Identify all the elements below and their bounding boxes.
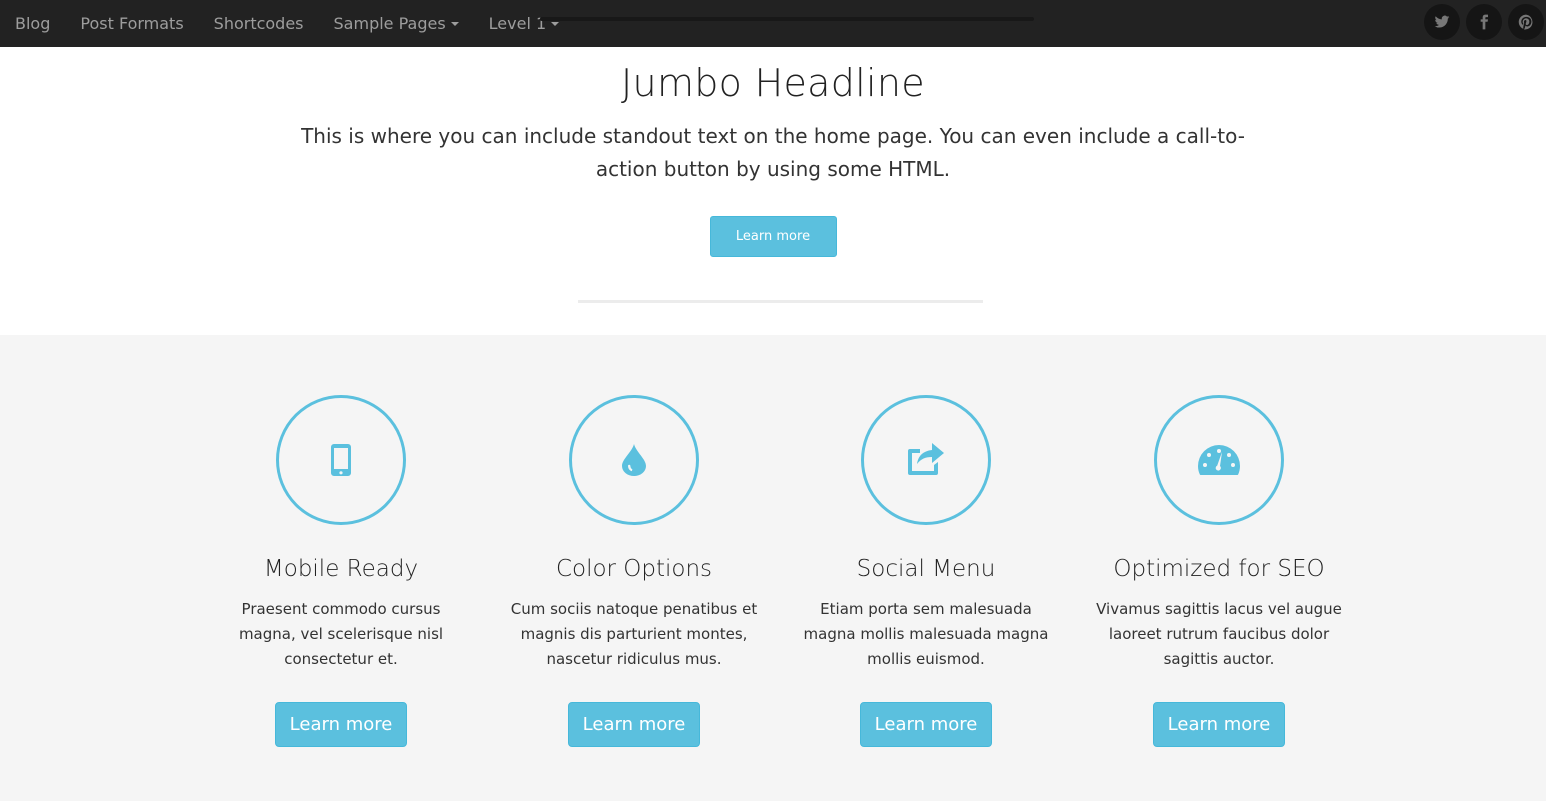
jumbotron: Jumbo Headline This is where you can inc… — [0, 47, 1546, 335]
feature-title: Optimized for SEO — [1113, 556, 1325, 582]
nav-item-blog[interactable]: Blog — [0, 0, 65, 47]
feature-icon-circle — [1154, 395, 1284, 525]
divider — [578, 300, 983, 303]
nav-menu: Blog Post Formats Shortcodes Sample Page… — [0, 0, 574, 47]
feature-learn-more-button[interactable]: Learn more — [1153, 702, 1285, 747]
feature-description: Cum sociis natoque penatibus et magnis d… — [510, 600, 758, 668]
feature-title: Color Options — [555, 556, 713, 582]
nav-item-label: Blog — [15, 14, 51, 33]
nav-item-level-1[interactable]: Level 1 — [474, 0, 575, 47]
pinterest-button[interactable] — [1508, 4, 1544, 40]
twitter-icon — [1434, 15, 1450, 28]
feature-icon-circle — [569, 395, 699, 525]
feature-description: Vivamus sagittis lacus vel augue laoreet… — [1096, 600, 1342, 668]
nav-item-shortcodes[interactable]: Shortcodes — [199, 0, 319, 47]
nav-item-sample-pages[interactable]: Sample Pages — [319, 0, 474, 47]
feature-icon-circle — [276, 395, 406, 525]
feature-learn-more-button[interactable]: Learn more — [275, 702, 407, 747]
feature-description: Praesent commodo cursus magna, vel scele… — [238, 600, 444, 668]
pinterest-icon — [1518, 14, 1533, 30]
caret-down-icon — [450, 21, 459, 26]
feature-title: Social Menu — [856, 556, 996, 582]
nav-item-label: Level 1 — [488, 14, 547, 33]
feature-color-options: Color Options Cum sociis natoque penatib… — [504, 395, 764, 747]
nav-progress-bar — [540, 17, 1034, 21]
feature-learn-more-button[interactable]: Learn more — [860, 702, 992, 747]
nav-item-label: Post Formats — [80, 14, 184, 33]
feature-title: Mobile Ready — [263, 556, 419, 582]
feature-social-menu: Social Menu Etiam porta sem malesuada ma… — [796, 395, 1056, 747]
mobile-icon — [331, 444, 351, 476]
droplet-icon — [622, 444, 646, 476]
nav-item-label: Sample Pages — [333, 14, 446, 33]
share-icon — [908, 443, 944, 475]
nav-item-post-formats[interactable]: Post Formats — [65, 0, 198, 47]
jumbo-headline: Jumbo Headline — [621, 61, 925, 105]
jumbo-learn-more-button[interactable]: Learn more — [709, 216, 837, 257]
feature-optimized-seo: Optimized for SEO Vivamus sagittis lacus… — [1089, 395, 1349, 747]
feature-description: Etiam porta sem malesuada magna mollis m… — [803, 600, 1049, 668]
facebook-button[interactable] — [1466, 4, 1502, 40]
top-navbar: Blog Post Formats Shortcodes Sample Page… — [0, 0, 1546, 47]
facebook-icon — [1480, 14, 1488, 30]
jumbo-text: This is where you can include standout t… — [301, 124, 1245, 181]
nav-item-label: Shortcodes — [213, 14, 304, 33]
feature-mobile-ready: Mobile Ready Praesent commodo cursus mag… — [211, 395, 471, 747]
features-section: Mobile Ready Praesent commodo cursus mag… — [0, 335, 1546, 801]
social-links — [1424, 4, 1544, 40]
twitter-button[interactable] — [1424, 4, 1460, 40]
dashboard-icon — [1198, 445, 1240, 475]
feature-icon-circle — [861, 395, 991, 525]
feature-learn-more-button[interactable]: Learn more — [568, 702, 700, 747]
caret-down-icon — [551, 21, 560, 26]
